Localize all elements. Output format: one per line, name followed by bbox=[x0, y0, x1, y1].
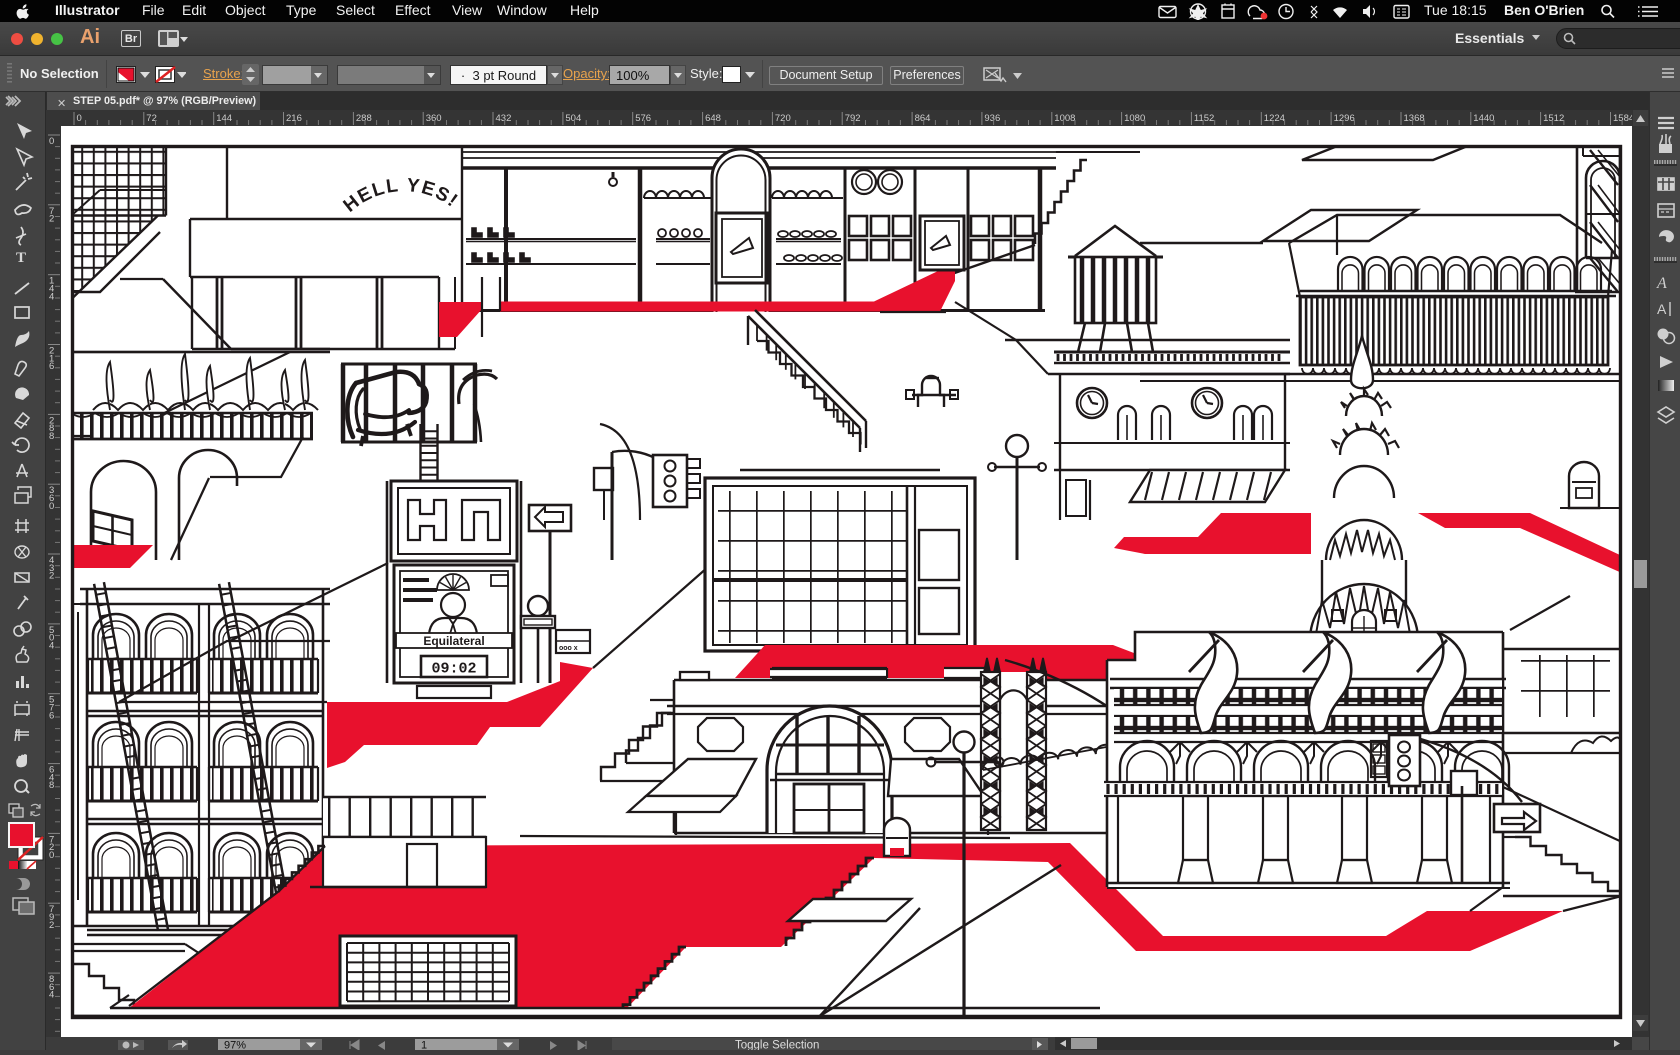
svg-text:A: A bbox=[1657, 301, 1667, 317]
svg-text:288: 288 bbox=[356, 113, 372, 124]
svg-text:Toggle Selection: Toggle Selection bbox=[735, 1040, 819, 1051]
svg-text:0: 0 bbox=[49, 501, 54, 512]
svg-text:1296: 1296 bbox=[1334, 113, 1355, 124]
svg-text:0: 0 bbox=[49, 136, 54, 147]
svg-text:504: 504 bbox=[565, 113, 581, 124]
svg-text:360: 360 bbox=[426, 113, 442, 124]
svg-text:1440: 1440 bbox=[1473, 113, 1494, 124]
svg-text:720: 720 bbox=[775, 113, 791, 124]
svg-text:2: 2 bbox=[49, 571, 54, 582]
svg-text:4: 4 bbox=[49, 291, 54, 302]
svg-text:T: T bbox=[16, 250, 26, 266]
svg-text:2: 2 bbox=[49, 920, 54, 931]
svg-text:216: 216 bbox=[286, 113, 302, 124]
svg-text:4: 4 bbox=[49, 990, 54, 1001]
svg-text:1224: 1224 bbox=[1264, 113, 1285, 124]
svg-text:432: 432 bbox=[496, 113, 512, 124]
svg-text:0: 0 bbox=[49, 850, 54, 861]
svg-text:792: 792 bbox=[845, 113, 861, 124]
svg-text:4: 4 bbox=[49, 641, 54, 652]
svg-text:576: 576 bbox=[635, 113, 651, 124]
svg-text:864: 864 bbox=[915, 113, 931, 124]
svg-text:Equilateral: Equilateral bbox=[423, 634, 484, 648]
svg-text:1080: 1080 bbox=[1124, 113, 1145, 124]
svg-text:1: 1 bbox=[421, 1040, 427, 1051]
svg-text:8: 8 bbox=[49, 431, 54, 442]
svg-text:2: 2 bbox=[49, 214, 54, 225]
svg-text:1368: 1368 bbox=[1404, 113, 1425, 124]
svg-text:936: 936 bbox=[984, 113, 1000, 124]
svg-text:ooo x: ooo x bbox=[559, 645, 578, 652]
svg-text:1152: 1152 bbox=[1194, 113, 1214, 124]
svg-text:648: 648 bbox=[705, 113, 721, 124]
svg-text:0: 0 bbox=[77, 113, 82, 124]
svg-text:97%: 97% bbox=[224, 1040, 246, 1051]
svg-text:1008: 1008 bbox=[1054, 113, 1075, 124]
svg-text:8: 8 bbox=[49, 780, 54, 791]
svg-text:09:02: 09:02 bbox=[431, 661, 476, 678]
svg-text:1512: 1512 bbox=[1543, 113, 1564, 124]
svg-text:6: 6 bbox=[49, 710, 54, 721]
svg-text:144: 144 bbox=[216, 113, 232, 124]
svg-text:A: A bbox=[1656, 275, 1667, 292]
svg-text:6: 6 bbox=[49, 361, 54, 372]
